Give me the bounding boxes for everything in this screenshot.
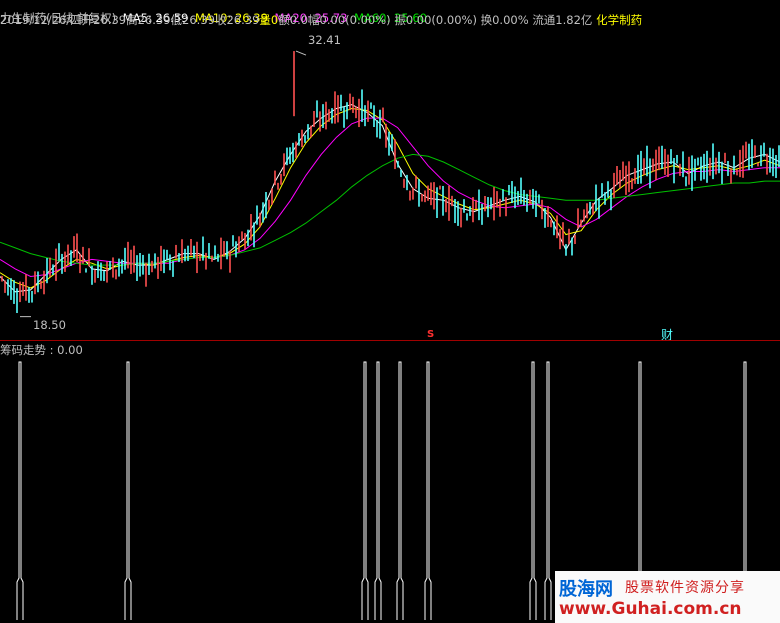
- ma-line-ma20: [0, 117, 780, 278]
- signal-spike: [361, 361, 369, 620]
- ma-line-ma10: [0, 107, 780, 289]
- bar-float: 流通1.82亿: [532, 13, 593, 27]
- bar-amount: 额0.0: [278, 13, 309, 27]
- price-detail-row: 2019/12/26/四开26.39高26.39低26.39收26.39量0额0…: [0, 12, 642, 28]
- signal-spike: [544, 361, 552, 620]
- signal-spike: [529, 361, 537, 620]
- candlestick-chart[interactable]: [0, 0, 780, 340]
- signal-spike: [396, 361, 404, 620]
- high-price-label: 32.41: [308, 33, 341, 47]
- signal-spike: [374, 361, 382, 620]
- ma-line-ma60: [0, 153, 780, 266]
- panel-divider[interactable]: [0, 340, 780, 341]
- sell-signal-marker[interactable]: S: [427, 329, 434, 340]
- watermark-url: www.Guhai.com.cn: [559, 599, 742, 619]
- bar-change: 幅0.00(0.00%): [308, 13, 391, 27]
- watermark-logo: 股海网: [559, 579, 613, 600]
- signal-spike: [16, 361, 24, 620]
- watermark-banner: 股海网 股票软件资源分享 www.Guhai.com.cn: [555, 571, 780, 623]
- bar-amplitude: 振0.00(0.00%): [394, 13, 477, 27]
- bar-volume: 量0: [259, 13, 279, 27]
- bar-high: 高26.39: [126, 13, 171, 27]
- low-price-label: 18.50: [33, 318, 66, 332]
- watermark-slogan: 股票软件资源分享: [625, 580, 745, 596]
- bar-open: 开26.39: [81, 13, 127, 27]
- high-arrow: [295, 50, 307, 56]
- sector-link[interactable]: 化学制药: [596, 13, 642, 27]
- indicator-title: 筹码走势 : 0.00: [0, 343, 83, 357]
- signal-spike: [124, 361, 132, 620]
- bar-close: 收26.39: [214, 13, 260, 27]
- bar-turnover: 换0.00%: [480, 13, 529, 27]
- bar-date: 2019/12/26/四: [0, 13, 82, 27]
- signal-spike: [424, 361, 432, 620]
- bar-low: 低26.39: [170, 13, 215, 27]
